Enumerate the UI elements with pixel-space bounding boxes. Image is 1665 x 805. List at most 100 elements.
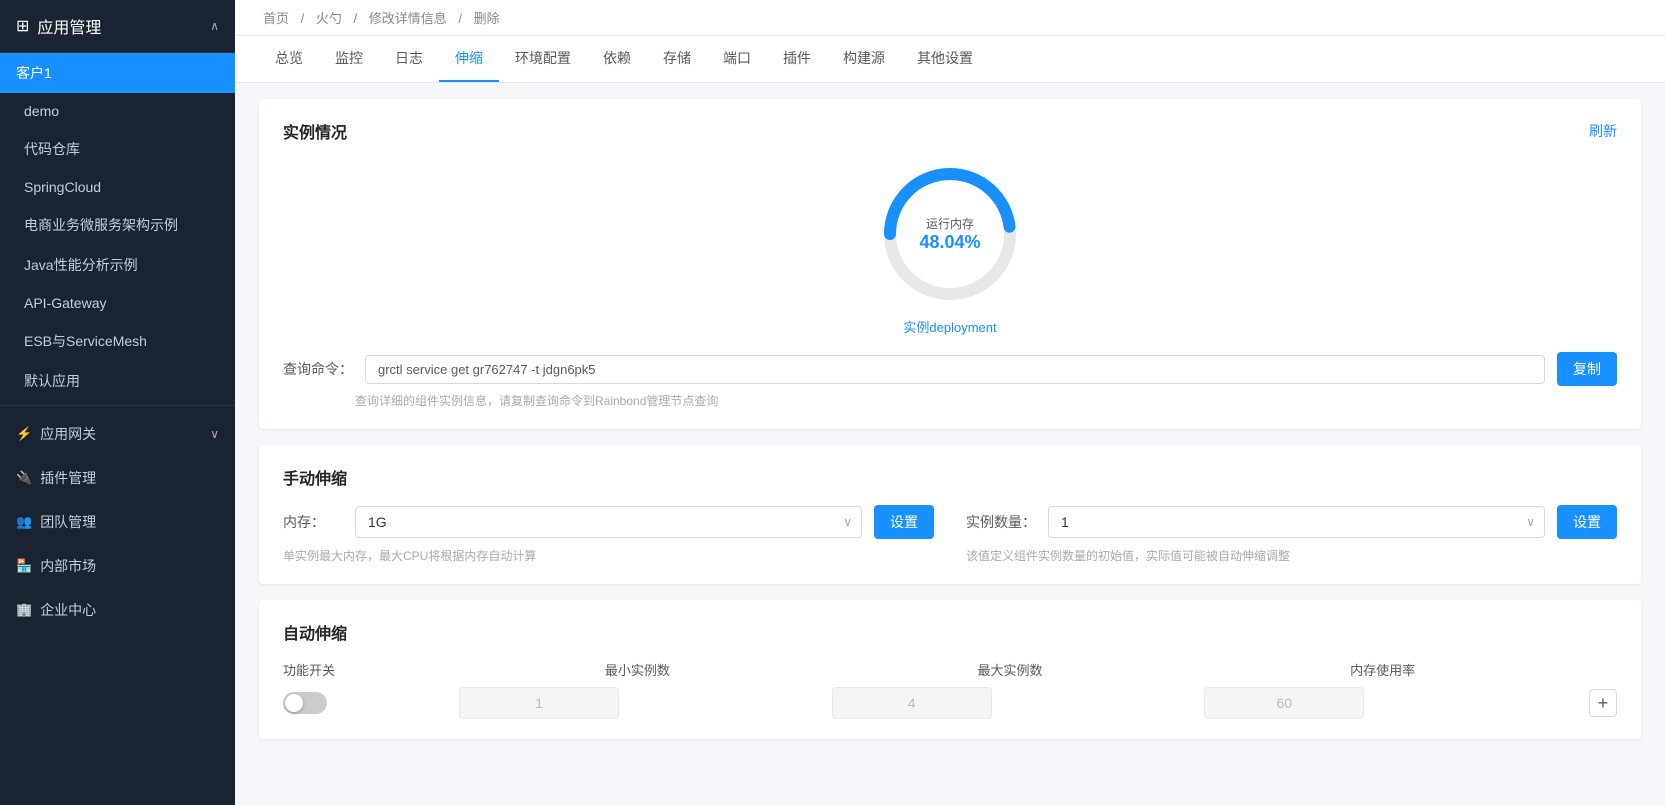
gauge-label: 运行内存 48.04% [919, 215, 980, 253]
toggle-knob [285, 694, 303, 712]
gauge-deployment-link[interactable]: 实例deployment [903, 317, 996, 336]
tab-storage[interactable]: 存储 [647, 36, 707, 82]
auto-scale-title: 自动伸缩 [283, 620, 347, 644]
query-input[interactable] [365, 355, 1545, 384]
team-mgmt-label: 团队管理 [40, 512, 96, 532]
instance-card-header: 实例情况 刷新 [283, 119, 1617, 143]
instance-count-select[interactable]: 1 2 3 4 5 [1048, 506, 1545, 538]
sidebar-item-api-gateway[interactable]: API-Gateway [0, 285, 235, 321]
gauge-container: 运行内存 48.04% 实例deployment [283, 159, 1617, 336]
instance-title: 实例情况 [283, 119, 347, 143]
query-row: 查询命令： 复制 [283, 352, 1617, 386]
breadcrumb-sep-2: / [354, 11, 358, 26]
enterprise-center-label: 企业中心 [40, 600, 96, 620]
breadcrumb-sep-1: / [301, 11, 305, 26]
memory-set-button[interactable]: 设置 [874, 505, 934, 539]
main-content: 首页 / 火勺 / 修改详情信息 / 删除 总览监控日志伸缩环境配置依赖存储端口… [235, 0, 1665, 805]
copy-button[interactable]: 复制 [1557, 352, 1617, 386]
sidebar-collapse-chevron[interactable]: ∧ [210, 19, 219, 33]
tab-overview[interactable]: 总览 [259, 36, 319, 82]
manual-scale-title: 手动伸缩 [283, 465, 347, 489]
tab-bar: 总览监控日志伸缩环境配置依赖存储端口插件构建源其他设置 [235, 36, 1665, 83]
add-auto-scale-rule-button[interactable]: + [1589, 689, 1617, 717]
gauge-memory-label: 运行内存 [919, 215, 980, 232]
auto-scale-toggle[interactable] [283, 692, 327, 714]
memory-hint: 单实例最大内存，最大CPU将根据内存自动计算 [283, 547, 934, 564]
gauge-wrap: 运行内存 48.04% [875, 159, 1025, 309]
sidebar-item-ecommerce[interactable]: 电商业务微服务架构示例 [0, 205, 235, 245]
sidebar-item-default-app[interactable]: 默认应用 [0, 361, 235, 401]
memory-select-wrapper: 128M 256M 512M 1G 2G 4G 8G ∨ [355, 506, 862, 538]
breadcrumb-sep-3: / [458, 11, 462, 26]
plugin-mgmt-icon: 🔌 [16, 470, 32, 486]
manual-scale-card: 手动伸缩 内存： 128M 256M 512M 1G 2G [259, 445, 1641, 584]
toggle-cell [283, 692, 443, 715]
tab-ports[interactable]: 端口 [707, 36, 767, 82]
sidebar-title: 应用管理 [37, 14, 101, 38]
tab-scale[interactable]: 伸缩 [439, 36, 499, 82]
sidebar-item-spring-cloud[interactable]: SpringCloud [0, 169, 235, 205]
app-gateway-chevron: ∨ [210, 427, 219, 441]
auto-scale-table: 功能开关 最小实例数 最大实例数 内存使用率 1 [283, 660, 1617, 719]
tab-env-config[interactable]: 环境配置 [499, 36, 587, 82]
query-hint: 查询详细的组件实例信息，请复制查询命令到Rainbond管理节点查询 [355, 392, 1617, 409]
col-min: 最小实例数 [459, 660, 816, 679]
sidebar-section-enterprise-center[interactable]: 🏢 企业中心 [0, 590, 235, 630]
internal-market-label: 内部市场 [40, 556, 96, 576]
sidebar-item-code-repo[interactable]: 代码仓库 [0, 129, 235, 169]
col-max: 最大实例数 [832, 660, 1189, 679]
memory-scale-row: 内存： 128M 256M 512M 1G 2G 4G 8G [283, 505, 934, 539]
memory-usage-cell: 60 [1204, 687, 1561, 719]
sidebar-section-plugin-mgmt[interactable]: 🔌 插件管理 [0, 458, 235, 498]
instance-section-card: 实例情况 刷新 运行内存 48.04% 实例deploymen [259, 99, 1641, 429]
tab-plugins[interactable]: 插件 [767, 36, 827, 82]
tab-other-settings[interactable]: 其他设置 [901, 36, 989, 82]
refresh-button[interactable]: 刷新 [1589, 121, 1617, 141]
tab-build-src[interactable]: 构建源 [827, 36, 901, 82]
breadcrumb-home[interactable]: 首页 [263, 11, 289, 26]
plugin-mgmt-label: 插件管理 [40, 468, 96, 488]
sidebar-item-esb-service-mesh[interactable]: ESB与ServiceMesh [0, 321, 235, 361]
sidebar-section-internal-market[interactable]: 🏪 内部市场 [0, 546, 235, 586]
instance-count-set-button[interactable]: 设置 [1557, 505, 1617, 539]
sidebar-divider-1 [0, 405, 235, 406]
min-instances-cell: 1 [459, 687, 816, 719]
manual-scale-header: 手动伸缩 [283, 465, 1617, 489]
team-mgmt-icon: 👥 [16, 514, 32, 530]
sidebar-active-item[interactable]: 客户1 [0, 53, 235, 93]
breadcrumb-fire[interactable]: 火勺 [316, 11, 342, 26]
app-management-icon: ⊞ [16, 16, 29, 36]
min-instances-input: 1 [459, 687, 619, 719]
tab-logs[interactable]: 日志 [379, 36, 439, 82]
app-gateway-label: 应用网关 [40, 424, 96, 444]
app-gateway-icon: ⚡ [16, 426, 32, 442]
memory-select[interactable]: 128M 256M 512M 1G 2G 4G 8G [355, 506, 862, 538]
instance-count-row: 实例数量： 1 2 3 4 5 ∨ 设置 [966, 505, 1617, 539]
memory-label: 内存： [283, 512, 343, 532]
gauge-value: 48.04% [919, 232, 980, 253]
max-instances-cell: 4 [832, 687, 1189, 719]
instance-count-scale-item: 实例数量： 1 2 3 4 5 ∨ 设置 [966, 505, 1617, 564]
breadcrumb-delete[interactable]: 删除 [474, 11, 500, 26]
col-memory: 内存使用率 [1204, 660, 1561, 679]
sidebar-item-java-perf[interactable]: Java性能分析示例 [0, 245, 235, 285]
breadcrumb: 首页 / 火勺 / 修改详情信息 / 删除 [235, 0, 1665, 36]
scale-row: 内存： 128M 256M 512M 1G 2G 4G 8G [283, 505, 1617, 564]
instance-count-select-wrapper: 1 2 3 4 5 ∨ [1048, 506, 1545, 538]
auto-scale-header: 自动伸缩 [283, 620, 1617, 644]
sidebar-section-team-mgmt[interactable]: 👥 团队管理 [0, 502, 235, 542]
col-toggle: 功能开关 [283, 660, 443, 679]
sidebar-section-app-gateway[interactable]: ⚡ 应用网关 ∨ [0, 414, 235, 454]
internal-market-icon: 🏪 [16, 558, 32, 574]
sidebar-item-demo[interactable]: demo [0, 93, 235, 129]
max-instances-input: 4 [832, 687, 992, 719]
sidebar-sections: ⚡ 应用网关 ∨ 🔌 插件管理 👥 团队管理 🏪 内部市场 🏢 企业中心 [0, 410, 235, 630]
sidebar-title-group: ⊞ 应用管理 [16, 14, 101, 38]
instance-count-label: 实例数量： [966, 512, 1036, 532]
enterprise-center-icon: 🏢 [16, 602, 32, 618]
breadcrumb-modify[interactable]: 修改详情信息 [369, 11, 447, 26]
content-area: 实例情况 刷新 运行内存 48.04% 实例deploymen [235, 83, 1665, 805]
tab-deps[interactable]: 依赖 [587, 36, 647, 82]
query-label: 查询命令： [283, 359, 353, 379]
tab-monitor[interactable]: 监控 [319, 36, 379, 82]
